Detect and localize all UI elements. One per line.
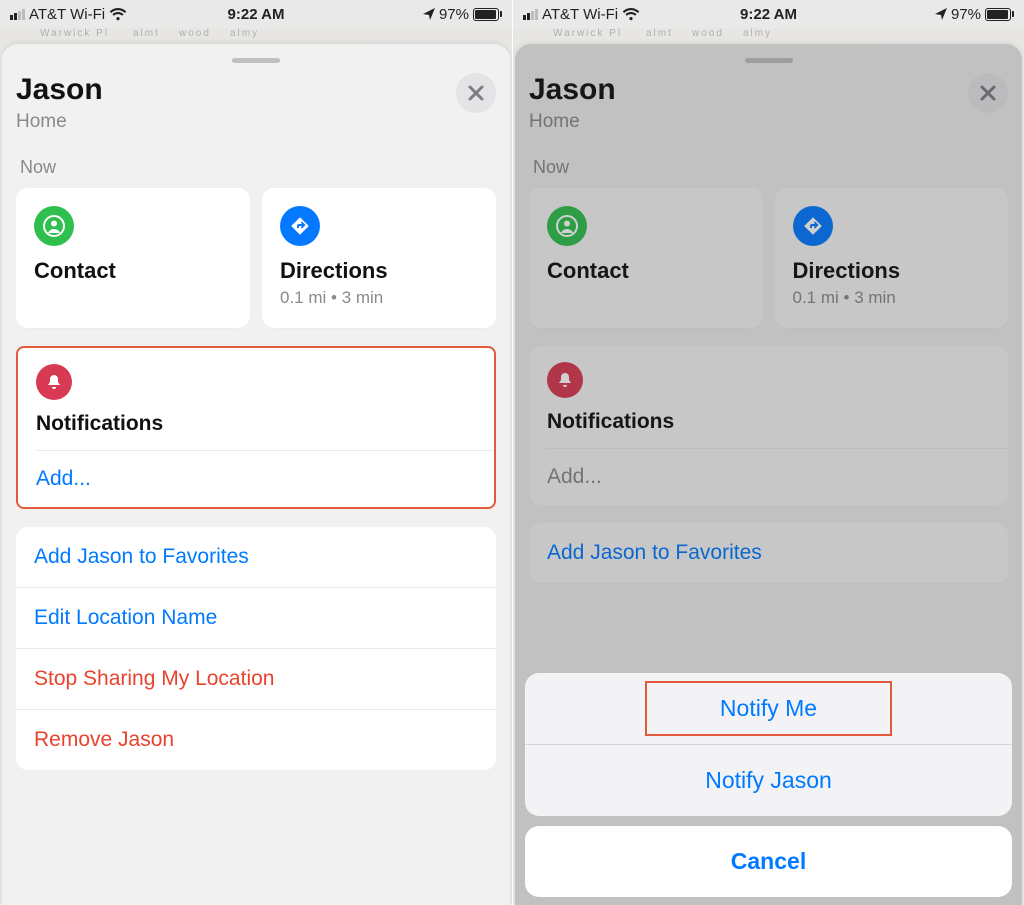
wifi-icon (109, 8, 127, 21)
notifications-add[interactable]: Add... (18, 451, 494, 507)
close-button[interactable] (456, 73, 496, 113)
cellular-signal-icon (523, 9, 538, 20)
carrier-label: AT&T Wi-Fi (542, 6, 618, 23)
cellular-signal-icon (10, 9, 25, 20)
notifications-panel: Notifications Add... (16, 346, 496, 509)
remove-person[interactable]: Remove Jason (16, 709, 496, 770)
battery-icon (473, 8, 502, 21)
bell-icon (36, 364, 72, 400)
status-bar: AT&T Wi-Fi 9:22 AM 97% (0, 0, 512, 28)
directions-title: Directions (280, 258, 478, 284)
contact-card[interactable]: Contact (16, 188, 250, 328)
battery-percent: 97% (439, 6, 469, 23)
battery-icon (985, 8, 1014, 21)
timestamp-label: Now (20, 157, 496, 178)
directions-subtitle: 0.1 mi • 3 min (280, 288, 478, 308)
add-favorites[interactable]: Add Jason to Favorites (16, 527, 496, 587)
status-time: 9:22 AM (740, 6, 797, 23)
location-arrow-icon (423, 8, 435, 20)
edit-location-name[interactable]: Edit Location Name (16, 587, 496, 648)
detail-sheet: Jason Home Now Contact (2, 44, 510, 905)
notify-other[interactable]: Notify Jason (525, 744, 1012, 816)
wifi-icon (622, 8, 640, 21)
notify-me[interactable]: Notify Me (525, 673, 1012, 744)
stop-sharing[interactable]: Stop Sharing My Location (16, 648, 496, 709)
actions-list: Add Jason to Favorites Edit Location Nam… (16, 527, 496, 770)
contact-title: Contact (34, 258, 232, 284)
status-bar: AT&T Wi-Fi 9:22 AM 97% (513, 0, 1024, 28)
battery-percent: 97% (951, 6, 981, 23)
location-arrow-icon (935, 8, 947, 20)
action-sheet: Notify Me Notify Jason Cancel (525, 673, 1012, 897)
sheet-grabber[interactable] (232, 58, 280, 63)
carrier-label: AT&T Wi-Fi (29, 6, 105, 23)
contact-icon (34, 206, 74, 246)
directions-icon (280, 206, 320, 246)
person-name: Jason (16, 73, 103, 107)
cancel-button[interactable]: Cancel (525, 826, 1012, 897)
close-icon (467, 84, 485, 102)
person-location: Home (16, 111, 103, 133)
notify-me-label: Notify Me (720, 695, 817, 721)
directions-card[interactable]: Directions 0.1 mi • 3 min (262, 188, 496, 328)
notifications-title: Notifications (36, 412, 476, 436)
status-time: 9:22 AM (228, 6, 285, 23)
detail-sheet: Jason Home Now Contact (515, 44, 1022, 905)
